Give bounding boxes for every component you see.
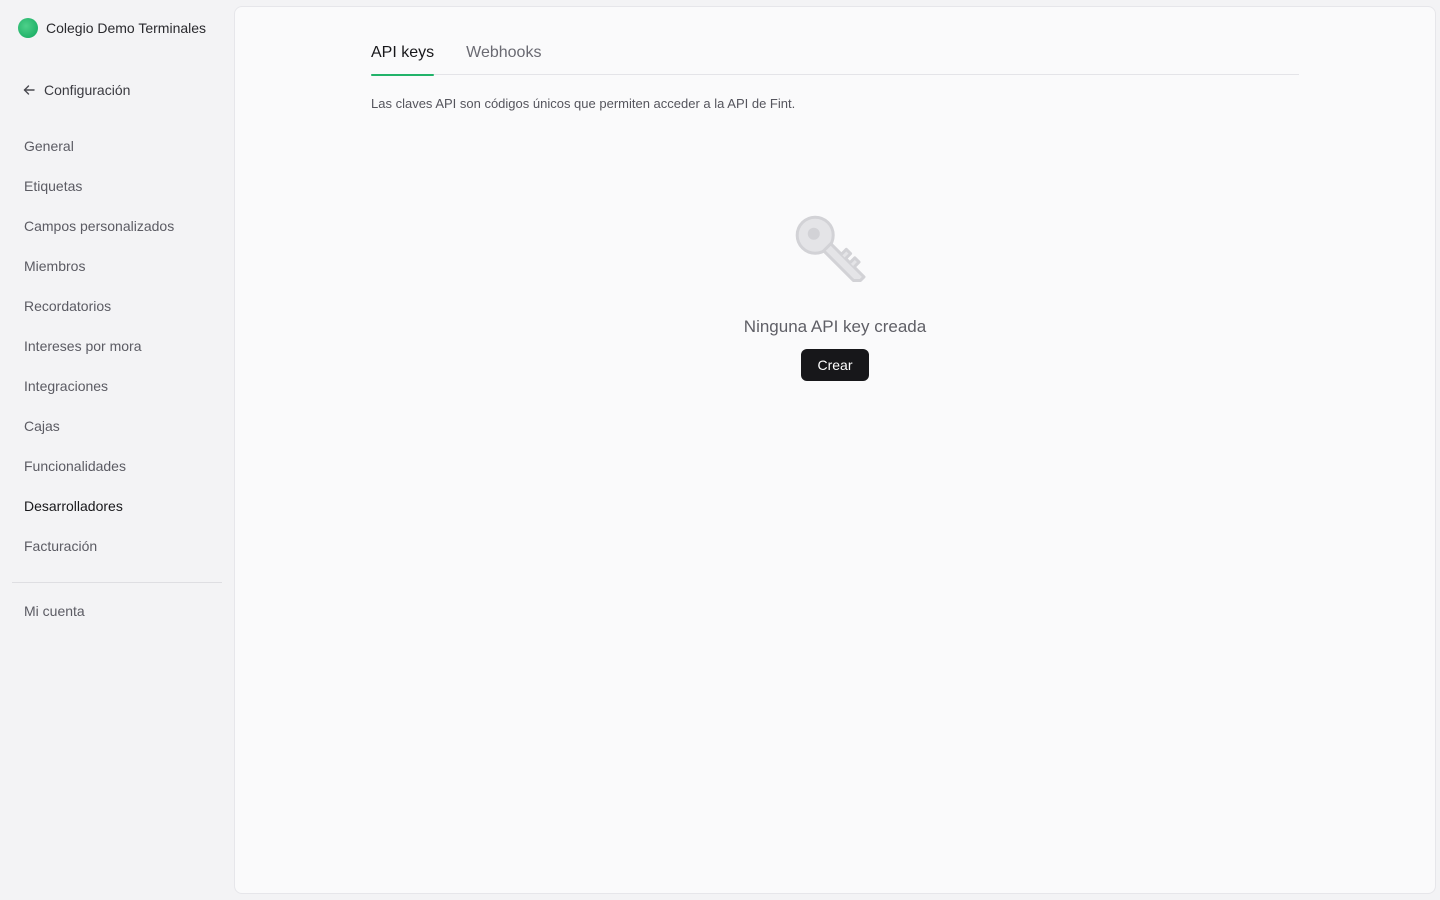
empty-state: Ninguna API key creada Crear <box>235 207 1435 381</box>
org-switcher[interactable]: Colegio Demo Terminales <box>18 17 206 39</box>
sidebar-item-campos-personalizados[interactable]: Campos personalizados <box>12 206 222 246</box>
page-description: Las claves API son códigos únicos que pe… <box>371 96 796 111</box>
sidebar-item-cajas[interactable]: Cajas <box>12 406 222 446</box>
back-label: Configuración <box>44 82 131 98</box>
sidebar-item-desarrolladores[interactable]: Desarrolladores <box>12 486 222 526</box>
sidebar-item-facturacion[interactable]: Facturación <box>12 526 222 566</box>
org-avatar <box>18 18 38 38</box>
sidebar-item-miembros[interactable]: Miembros <box>12 246 222 286</box>
sidebar-item-mi-cuenta[interactable]: Mi cuenta <box>24 601 85 621</box>
tab-webhooks[interactable]: Webhooks <box>466 41 541 75</box>
sidebar-item-intereses-por-mora[interactable]: Intereses por mora <box>12 326 222 366</box>
sidebar-item-integraciones[interactable]: Integraciones <box>12 366 222 406</box>
main-panel: API keys Webhooks Las claves API son cód… <box>234 6 1436 894</box>
org-name: Colegio Demo Terminales <box>46 20 207 36</box>
empty-state-title: Ninguna API key creada <box>743 317 927 336</box>
sidebar-item-etiquetas[interactable]: Etiquetas <box>12 166 222 206</box>
tab-bar: API keys Webhooks <box>371 41 1299 76</box>
sidebar-item-recordatorios[interactable]: Recordatorios <box>12 286 222 326</box>
sidebar-item-funcionalidades[interactable]: Funcionalidades <box>12 446 222 486</box>
sidebar-item-general[interactable]: General <box>12 126 222 166</box>
arrow-left-icon <box>23 85 35 95</box>
sidebar-divider <box>12 582 222 583</box>
tab-api-keys[interactable]: API keys <box>371 41 435 76</box>
settings-nav: General Etiquetas Campos personalizados … <box>12 126 222 566</box>
key-icon <box>795 215 866 282</box>
create-api-key-button[interactable]: Crear <box>801 349 869 381</box>
app-root: Colegio Demo Terminales Configuración Ge… <box>0 0 1440 900</box>
back-to-configuracion[interactable]: Configuración <box>22 80 130 100</box>
sidebar: Colegio Demo Terminales Configuración Ge… <box>0 0 234 900</box>
